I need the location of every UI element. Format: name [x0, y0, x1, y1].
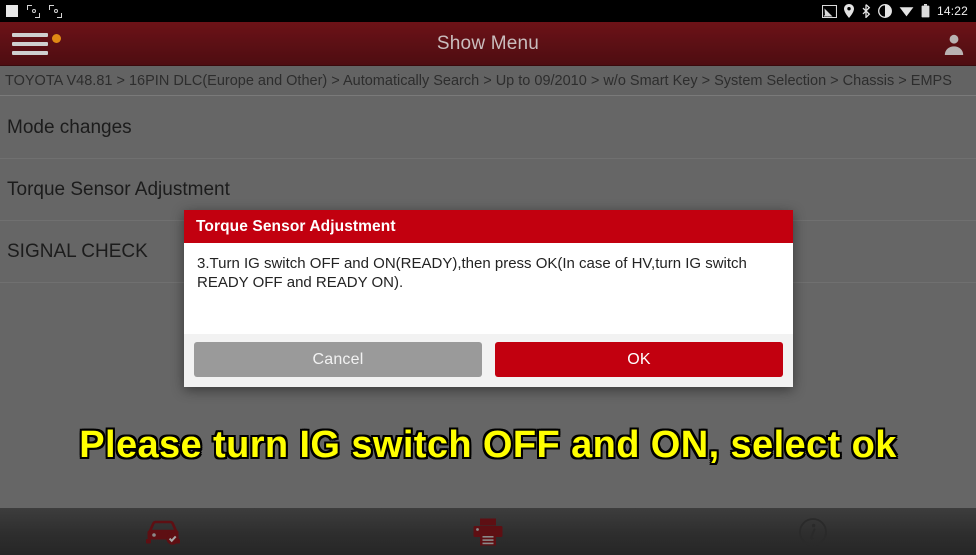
ok-button[interactable]: OK	[495, 342, 783, 377]
screenshot-crop-icon	[27, 4, 40, 18]
status-notifications	[6, 4, 62, 18]
app-title-bar: Show Menu	[0, 22, 976, 66]
user-avatar-icon[interactable]	[942, 32, 966, 56]
info-icon	[799, 517, 828, 546]
printer-icon	[473, 518, 503, 545]
menu-notification-dot	[52, 34, 61, 43]
page-title: Show Menu	[436, 32, 540, 54]
dialog-title: Torque Sensor Adjustment	[184, 210, 793, 243]
bottom-toolbar	[0, 508, 976, 555]
status-clock: 14:22	[936, 4, 968, 18]
status-system-icons: 14:22	[821, 4, 968, 18]
battery-icon	[921, 4, 930, 18]
hamburger-menu-icon[interactable]	[12, 33, 48, 55]
car-check-icon	[145, 520, 180, 545]
do-not-disturb-icon	[878, 4, 892, 18]
screenshot-crop-icon	[49, 4, 62, 18]
menu-item-mode-changes[interactable]: Mode changes	[0, 97, 976, 159]
vehicle-status-button[interactable]	[0, 508, 325, 555]
android-status-bar: 14:22	[0, 0, 976, 22]
screencast-icon	[821, 4, 837, 18]
bluetooth-icon	[862, 4, 871, 18]
dialog-actions: Cancel OK	[184, 334, 793, 387]
dialog-message: 3.Turn IG switch OFF and ON(READY),then …	[184, 243, 793, 334]
torque-sensor-dialog: Torque Sensor Adjustment 3.Turn IG switc…	[184, 210, 793, 387]
breadcrumb: TOYOTA V48.81 > 16PIN DLC(Europe and Oth…	[0, 66, 976, 96]
device-screen: 14:22 Show Menu TOYOTA V48.81 > 16PIN DL…	[0, 0, 976, 555]
print-button[interactable]	[325, 508, 650, 555]
location-pin-icon	[843, 4, 854, 18]
instruction-caption: Please turn IG switch OFF and ON, select…	[78, 423, 897, 467]
cancel-button[interactable]: Cancel	[194, 342, 482, 377]
blank-notification-icon	[6, 5, 18, 17]
wifi-icon	[899, 7, 914, 17]
info-button[interactable]	[651, 508, 976, 555]
